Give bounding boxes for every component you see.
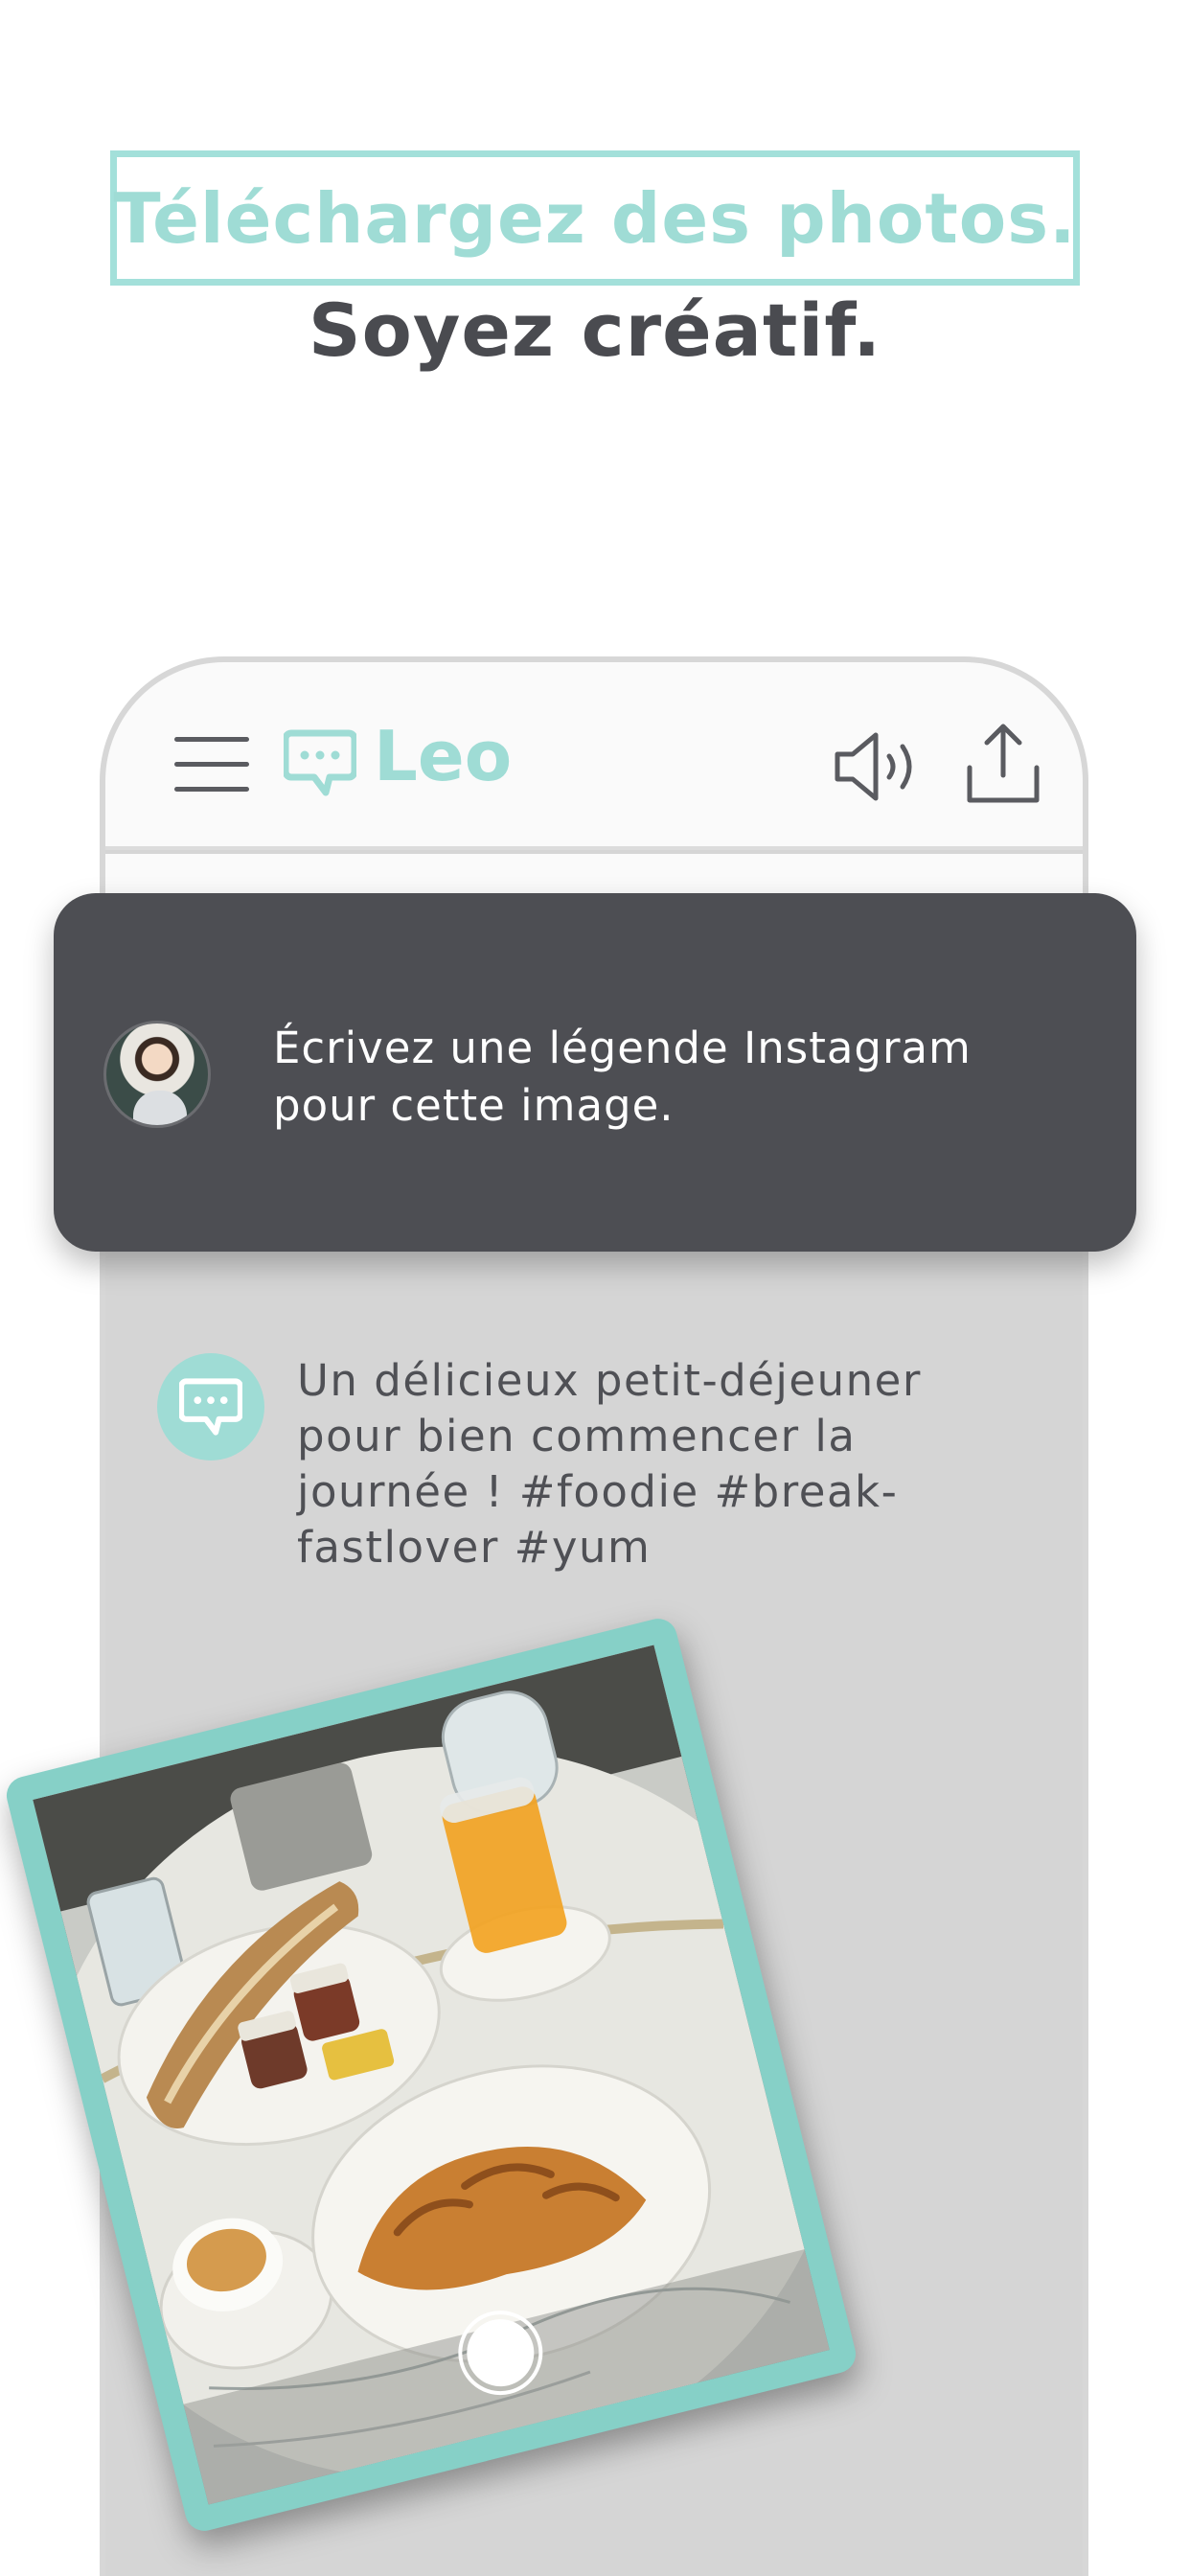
share-icon[interactable] <box>966 722 1041 804</box>
headline-subtitle: Soyez créatif. <box>308 288 882 373</box>
hamburger-menu-icon[interactable] <box>174 737 249 794</box>
headline-title: Téléchargez des photos. <box>113 177 1077 259</box>
screen: Téléchargez des photos. Soyez créatif. L… <box>0 0 1190 2576</box>
breakfast-photo <box>33 1644 830 2505</box>
user-avatar <box>103 1021 211 1128</box>
app-header: Leo <box>105 662 1083 850</box>
prompt-text: Écrivez une légende Instagram pour cette… <box>273 1023 972 1131</box>
photo-illustration <box>33 1644 830 2505</box>
bot-avatar <box>157 1353 264 1460</box>
chat-bubble-icon <box>284 729 356 796</box>
speaker-icon[interactable] <box>834 729 922 804</box>
app-name: Leo <box>374 716 513 796</box>
reply-text: Un délicieux petit-déjeuner pour bien co… <box>297 1355 922 1573</box>
headline-frame: Téléchargez des photos. <box>110 150 1080 286</box>
chat-bubble-icon <box>179 1378 242 1436</box>
prompt-message-card: Écrivez une légende Instagram pour cette… <box>54 893 1136 1252</box>
